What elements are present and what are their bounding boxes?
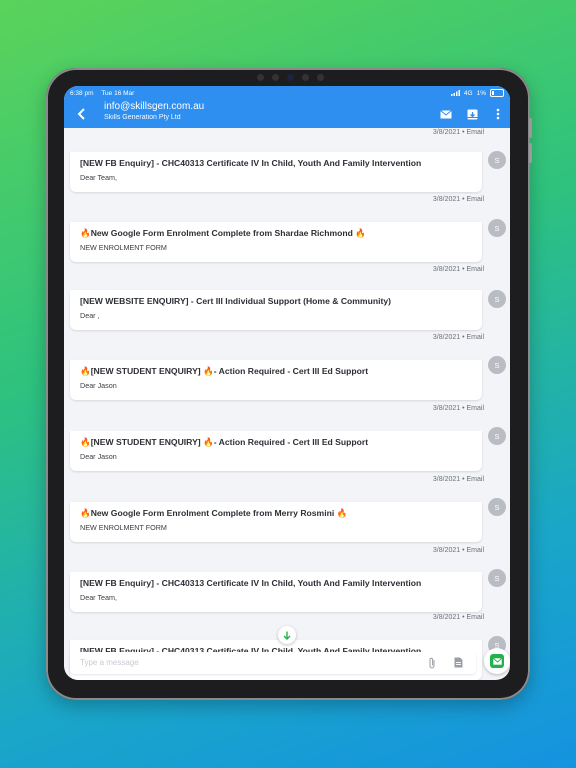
message-meta: 3/8/2021 • Email	[432, 614, 484, 621]
message-preview: NEW ENROLMENT FORM	[80, 523, 167, 532]
avatar: S	[488, 569, 506, 587]
arrow-down-icon	[283, 631, 291, 640]
volume-button-2	[529, 143, 532, 163]
message-preview: Dear Jason	[80, 381, 117, 390]
message-card[interactable]: 🔥New Google Form Enrolment Complete from…	[70, 222, 482, 262]
status-date: Tue 16 Mar	[101, 89, 135, 97]
status-bar: 6:38 pm Tue 16 Mar 4G 1%	[64, 86, 510, 100]
avatar: S	[488, 498, 506, 516]
scroll-to-bottom-button[interactable]	[278, 626, 296, 644]
message-preview: Dear ,	[80, 311, 100, 320]
send-email-button[interactable]	[484, 648, 510, 674]
message-meta: 3/8/2021 • Email	[432, 405, 484, 412]
network-type: 4G	[463, 89, 473, 97]
page-subtitle: Skills Generation Pty Ltd	[104, 114, 181, 121]
archive-icon[interactable]	[464, 106, 480, 122]
message-card[interactable]: [NEW FB Enquiry] - CHC40313 Certificate …	[70, 152, 482, 192]
message-meta: 3/8/2021 • Email	[432, 547, 484, 554]
message-subject: [NEW FB Enquiry] - CHC40313 Certificate …	[80, 578, 422, 588]
message-composer: Type a message	[70, 648, 510, 676]
avatar: S	[488, 427, 506, 445]
message-meta: 3/8/2021 • Email	[432, 129, 484, 136]
avatar: S	[488, 219, 506, 237]
message-meta: 3/8/2021 • Email	[432, 334, 484, 341]
message-preview: NEW ENROLMENT FORM	[80, 243, 167, 252]
message-subject: 🔥New Google Form Enrolment Complete from…	[80, 228, 366, 238]
message-card[interactable]: [NEW FB Enquiry] - CHC40313 Certificate …	[70, 572, 482, 612]
page-title: info@skillsgen.com.au	[104, 101, 205, 112]
avatar: S	[488, 151, 506, 169]
app-header: info@skillsgen.com.au Skills Generation …	[64, 100, 510, 128]
message-subject: 🔥[NEW STUDENT ENQUIRY] 🔥- Action Require…	[80, 437, 369, 447]
message-meta: 3/8/2021 • Email	[432, 196, 484, 203]
avatar: S	[488, 290, 506, 308]
app-screen: 6:38 pm Tue 16 Mar 4G 1% info@skillsgen.…	[64, 86, 510, 680]
message-meta: 3/8/2021 • Email	[432, 266, 484, 273]
message-meta: 3/8/2021 • Email	[432, 476, 484, 483]
message-card[interactable]: [NEW WEBSITE ENQUIRY] - Cert III Individ…	[70, 290, 482, 330]
document-icon[interactable]	[454, 657, 463, 668]
battery-icon	[490, 89, 504, 97]
message-card[interactable]: 🔥[NEW STUDENT ENQUIRY] 🔥- Action Require…	[70, 431, 482, 471]
message-preview: Dear Team,	[80, 173, 118, 182]
chevron-left-icon[interactable]	[74, 106, 90, 122]
signal-icon	[450, 90, 460, 96]
envelope-icon[interactable]	[438, 106, 454, 122]
message-subject: 🔥[NEW STUDENT ENQUIRY] 🔥- Action Require…	[80, 366, 369, 376]
conversation-title-block: info@skillsgen.com.au Skills Generation …	[104, 101, 204, 121]
status-time: 6:38 pm	[70, 89, 94, 97]
front-camera	[250, 72, 330, 82]
avatar: S	[488, 356, 506, 374]
message-preview: Dear Team,	[80, 593, 118, 602]
message-card[interactable]: 🔥New Google Form Enrolment Complete from…	[70, 502, 482, 542]
message-subject: [NEW WEBSITE ENQUIRY] - Cert III Individ…	[80, 296, 391, 306]
message-subject: 🔥New Google Form Enrolment Complete from…	[80, 508, 348, 518]
message-subject: [NEW FB Enquiry] - CHC40313 Certificate …	[80, 158, 422, 168]
message-input-placeholder: Type a message	[80, 658, 139, 667]
message-preview: Dear Jason	[80, 452, 117, 461]
message-input[interactable]: Type a message	[70, 652, 476, 674]
send-email-icon	[490, 654, 504, 668]
battery-percent: 1%	[476, 89, 486, 97]
message-list[interactable]: 3/8/2021 • Email [NEW FB Enquiry] - CHC4…	[64, 128, 510, 680]
message-card[interactable]: 🔥[NEW STUDENT ENQUIRY] 🔥- Action Require…	[70, 360, 482, 400]
volume-button	[529, 118, 532, 138]
more-vertical-icon[interactable]	[490, 106, 506, 122]
paperclip-icon[interactable]	[428, 657, 436, 669]
